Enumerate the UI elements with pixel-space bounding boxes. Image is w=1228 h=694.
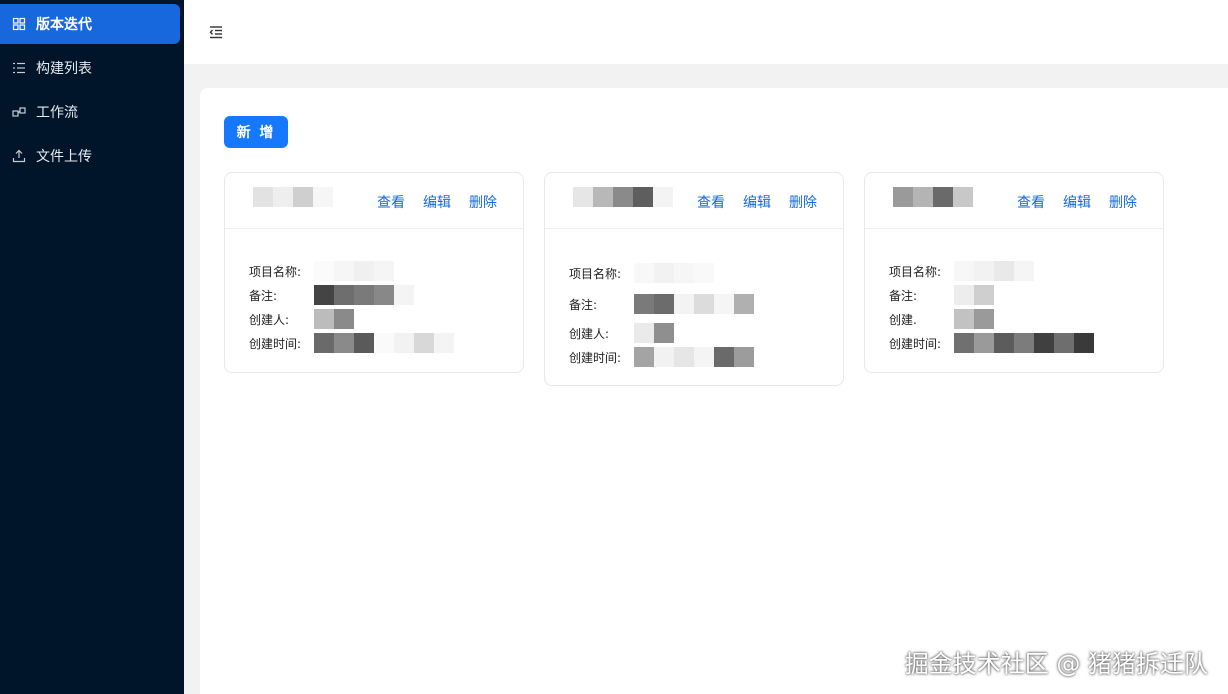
project-card: 查看 编辑 删除 项目名称: 备注: 创建. 创建时间: (864, 172, 1164, 373)
upload-icon (12, 149, 26, 163)
watermark: 掘金技术社区 @ 猪猪拆迁队 (904, 650, 1208, 678)
redacted-value (954, 285, 994, 305)
sidebar-item-label: 版本迭代 (36, 17, 92, 33)
redacted-value (314, 261, 394, 281)
created-time-label: 创建时间: (889, 336, 942, 351)
remark-label: 备注: (249, 288, 278, 303)
add-button[interactable]: 新 增 (224, 116, 288, 148)
top-header (184, 0, 1228, 64)
sidebar: 版本迭代 构建列表 工作流 文件上传 (0, 0, 184, 694)
sidebar-item-label: 文件上传 (36, 149, 92, 165)
redacted-value (954, 309, 994, 329)
redacted-value (954, 261, 1034, 281)
sidebar-item-file-upload[interactable]: 文件上传 (0, 136, 180, 176)
list-icon (12, 61, 26, 75)
sidebar-item-label: 工作流 (36, 105, 78, 121)
redacted-value (314, 285, 414, 305)
delete-link[interactable]: 删除 (1109, 192, 1137, 212)
workflow-icon (12, 105, 26, 119)
edit-link[interactable]: 编辑 (423, 192, 451, 212)
redacted-value (314, 309, 354, 329)
sidebar-item-build-list[interactable]: 构建列表 (0, 48, 180, 88)
card-body: 项目名称: 备注: 创建人: 创建时间: (225, 229, 523, 355)
card-title-redacted (573, 187, 673, 207)
card-header: 查看 编辑 删除 (225, 173, 523, 229)
view-link[interactable]: 查看 (377, 192, 405, 212)
redacted-value (314, 333, 454, 353)
card-header: 查看 编辑 删除 (545, 173, 843, 229)
sidebar-item-label: 构建列表 (36, 61, 92, 77)
project-name-label: 项目名称: (249, 264, 302, 279)
edit-link[interactable]: 编辑 (743, 192, 771, 212)
sidebar-item-workflow[interactable]: 工作流 (0, 92, 180, 132)
view-link[interactable]: 查看 (697, 192, 725, 212)
redacted-value (634, 347, 754, 367)
creator-label: 创建人: (569, 326, 610, 341)
project-name-label: 项目名称: (889, 264, 942, 279)
card-header: 查看 编辑 删除 (865, 173, 1163, 229)
grid-icon (12, 17, 26, 31)
project-card: 查看 编辑 删除 项目名称: 备注: 创建人: 创建时间: (544, 172, 844, 386)
remark-label: 备注: (569, 297, 598, 312)
creator-label: 创建. (889, 312, 917, 327)
creator-label: 创建人: (249, 312, 290, 327)
project-card: 查看 编辑 删除 项目名称: 备注: 创建人: 创建时间: (224, 172, 524, 373)
delete-link[interactable]: 删除 (469, 192, 497, 212)
remark-label: 备注: (889, 288, 918, 303)
sidebar-item-version-iteration[interactable]: 版本迭代 (0, 4, 180, 44)
created-time-label: 创建时间: (249, 336, 302, 351)
menu-fold-icon[interactable] (208, 24, 224, 40)
card-title-redacted (893, 187, 973, 207)
redacted-value (634, 263, 714, 283)
edit-link[interactable]: 编辑 (1063, 192, 1091, 212)
redacted-value (954, 333, 1094, 353)
created-time-label: 创建时间: (569, 350, 622, 365)
redacted-value (634, 294, 754, 314)
card-title-redacted (253, 187, 333, 207)
project-name-label: 项目名称: (569, 266, 622, 281)
view-link[interactable]: 查看 (1017, 192, 1045, 212)
card-body: 项目名称: 备注: 创建. 创建时间: (865, 229, 1163, 355)
redacted-value (634, 323, 674, 343)
card-body: 项目名称: 备注: 创建人: 创建时间: (545, 229, 843, 369)
delete-link[interactable]: 删除 (789, 192, 817, 212)
main-content: 新 增 查看 编辑 删除 项目名称: 备注: 创建人: 创建时间: 查看 编辑 … (200, 88, 1228, 694)
